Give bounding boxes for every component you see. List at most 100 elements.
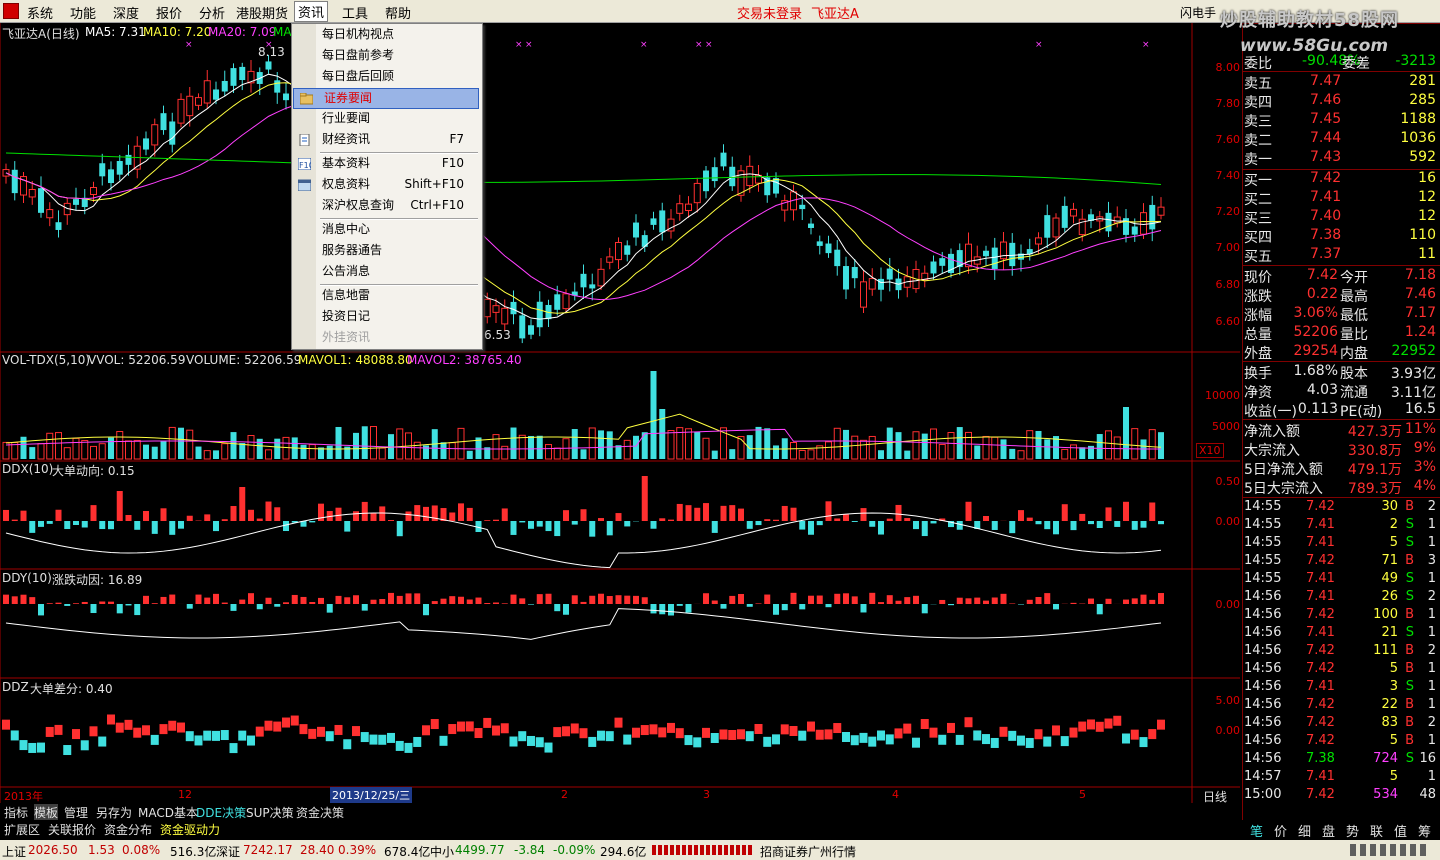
menu-item-dividend-query[interactable]: 深沪权息查询 Ctrl+F10 [292,196,480,215]
vol-title: VOL-TDX(5,10) [2,353,91,367]
volume-bar [308,444,316,460]
menu-item-postmarket-review[interactable]: 每日盘后回顾 [292,67,480,86]
ask-row[interactable]: 卖一 7.43 592 [1242,149,1438,168]
ddx-bar [711,521,718,533]
ddx-bar [825,501,832,521]
ddy-bar [318,597,324,604]
ddx-bar [921,521,928,537]
volume-bar [300,444,307,459]
quote-tab[interactable]: 盘 [1322,821,1335,840]
ddx-bar [895,504,902,521]
menu-item-institution-view[interactable]: 每日机构视点 [292,25,480,44]
candle-body [1044,215,1051,238]
tick-row: 14:56 7.42 100 B 1 [1244,607,1436,622]
quote-tab[interactable]: 值 [1394,821,1407,840]
ask-row[interactable]: 卖三 7.45 1188 [1242,111,1438,130]
menu-item-premarket-ref[interactable]: 每日盘前参考 [292,46,480,65]
kline-chart-svg: × × × × × × × × × [0,23,1240,803]
menu-news[interactable]: 资讯 [294,1,329,22]
extension-tab[interactable]: 关联报价 [48,821,96,838]
ddx-bar [178,521,184,529]
menu-item-investment-diary[interactable]: 投资日记 [292,307,480,326]
ask-row[interactable]: 卖五 7.47 281 [1242,73,1438,92]
indicator-tab[interactable]: 资金决策 [296,804,344,821]
ddx-bar [519,521,526,523]
extension-tab[interactable]: 资金分布 [104,821,152,838]
menu-function[interactable]: 功能 [70,3,96,22]
volume-bar [29,447,36,459]
candle-body [930,261,937,274]
menu-item-industry-news[interactable]: 行业要闻 [292,109,480,128]
menu-item-announcements[interactable]: 公告消息 [292,262,480,281]
ddx-bar [283,521,289,532]
volume-bar [598,430,604,459]
candle-body [685,203,692,211]
quote-tab[interactable]: 势 [1346,821,1359,840]
chart-area[interactable]: × × × × × × × × × 飞亚达A(日线) MA5: 7.31 MA10: 7.20 … [0,23,1240,805]
menu-item-info-mine[interactable]: 信息地雷 [292,286,480,305]
indicator-tab[interactable]: SUP决策 [246,804,294,821]
quote-tab[interactable]: 筹 [1418,821,1431,840]
bid-row[interactable]: 买二 7.41 12 [1242,189,1438,208]
menu-item-securities-news[interactable]: 证券要闻 [293,88,479,109]
ddy-bar [64,604,71,606]
menu-tools[interactable]: 工具 [342,3,368,22]
ddy-bar [1149,599,1156,604]
volume-bar [160,440,167,459]
bid-row[interactable]: 买三 7.40 12 [1242,208,1438,227]
ddy-bar [125,604,132,606]
menu-depth[interactable]: 深度 [113,3,139,22]
extension-tab[interactable]: 资金驱动力 [160,821,220,838]
ddx-bar [396,521,403,537]
ask-row[interactable]: 卖二 7.44 1036 [1242,130,1438,149]
indicator-tab[interactable]: DDE决策 [196,804,246,821]
menu-item-basic-info[interactable]: F10 基本资料F10 [292,154,480,173]
indicator-tab[interactable]: 指标 [4,804,28,821]
candle-body [73,199,79,205]
ddx-bar [1018,510,1024,521]
menu-help[interactable]: 帮助 [385,3,411,22]
ma5-label: MA5: 7.31 [85,25,146,39]
menu-hk-futures[interactable]: 港股期货 [236,3,288,22]
menu-item-dividend-info[interactable]: 权息资料 Shift+F10 [292,175,480,194]
bid-row[interactable]: 买五 7.37 11 [1242,246,1438,265]
volume-bar [1061,448,1069,460]
volume-bar [492,434,500,460]
volume-label: VOLUME: 52206.59 [186,353,302,367]
ddy-bar [388,592,394,604]
menu-quote[interactable]: 报价 [156,3,182,22]
menu-item-server-notice[interactable]: 服务器通告 [292,241,480,260]
volume-bar [213,450,219,459]
ddy-bar [808,595,814,604]
ask-row[interactable]: 卖四 7.46 285 [1242,92,1438,111]
mavol2-label: MAVOL2: 38765.40 [407,353,522,367]
ddx-bar [615,513,622,521]
menu-system[interactable]: 系统 [27,3,53,22]
sz-index-label: 深证 [216,845,241,859]
broker-server-label[interactable]: 招商证券广州行情 [760,843,856,860]
menu-item-message-center[interactable]: 消息中心 [292,220,480,239]
ddx-bar [230,506,237,521]
indicator-tab[interactable]: 另存为 [96,804,132,821]
volume-bar [72,437,80,460]
candle-body [1157,206,1165,216]
indicator-tab[interactable]: 模板 [34,804,59,821]
flash-trade-button[interactable]: 闪电手 [1180,4,1216,21]
menu-item-finance-news[interactable]: 财经资讯 F7 [292,130,480,149]
bid-row[interactable]: 买一 7.42 16 [1242,170,1438,189]
quote-tab[interactable]: 价 [1274,821,1287,840]
menu-analysis[interactable]: 分析 [199,3,225,22]
quote-tab[interactable]: 联 [1370,821,1383,840]
ddy-bar [545,593,552,604]
ddy-bar [685,604,692,613]
indicator-tab[interactable]: 管理 [64,804,88,821]
bid-row[interactable]: 买四 7.38 110 [1242,227,1438,246]
quote-tab[interactable]: 细 [1298,821,1311,840]
ddx-bar [536,521,543,527]
ddy-bar [20,594,27,604]
quote-tab[interactable]: 笔 [1250,821,1263,840]
indicator-tab[interactable]: MACD基本 [138,804,198,821]
candle-body [239,66,246,81]
extension-tab[interactable]: 扩展区 [4,821,40,838]
candle-body [965,243,972,268]
